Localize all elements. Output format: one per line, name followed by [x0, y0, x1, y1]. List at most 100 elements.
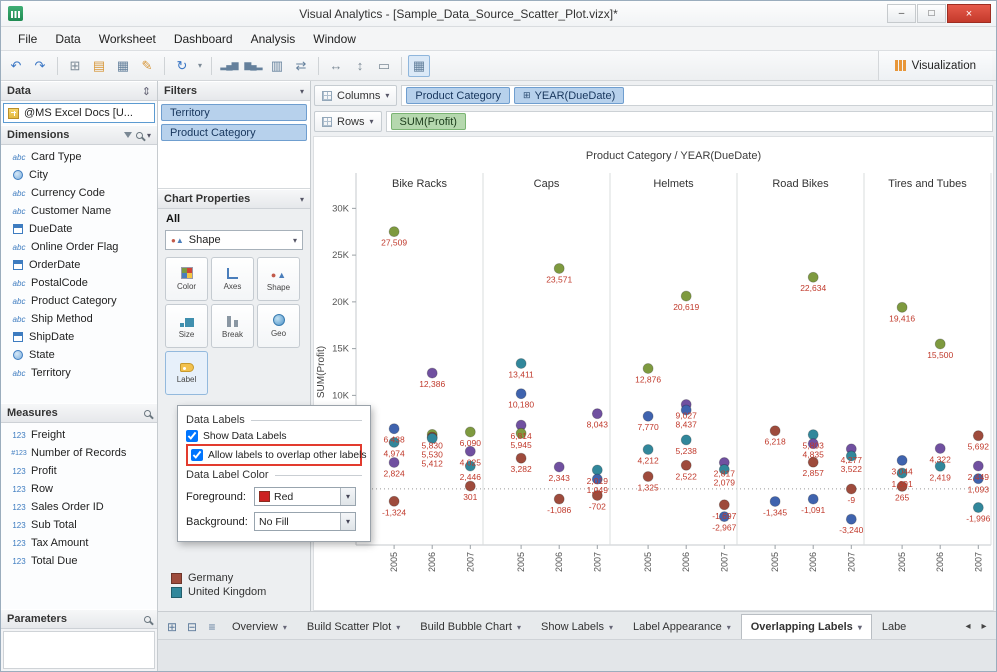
maximize-button[interactable]: □ — [917, 4, 946, 23]
dimension-item[interactable]: Ship Method — [1, 310, 157, 328]
chevron-down-icon[interactable]: ▾ — [147, 131, 151, 140]
expand-icon[interactable]: ⊞ — [523, 90, 531, 101]
measure-item[interactable]: Sub Total — [1, 516, 157, 534]
rows-shelf[interactable]: SUM(Profit) — [385, 111, 993, 132]
highlight-icon[interactable]: ▦ — [408, 54, 430, 77]
axes-button[interactable]: Axes — [211, 257, 254, 301]
data-point[interactable] — [972, 430, 984, 442]
shape-dropdown[interactable]: Shape ▾ — [165, 230, 303, 250]
normal-view-icon[interactable]: ▭ — [373, 55, 395, 77]
tab-scroll-right[interactable]: ▸ — [976, 614, 992, 639]
open-icon[interactable]: ▤ — [88, 55, 110, 77]
undo-icon[interactable]: ↶ — [5, 55, 27, 77]
show-data-labels-checkbox[interactable] — [186, 430, 198, 442]
background-fill-dropdown[interactable]: No Fill ▾ — [254, 512, 356, 531]
measure-item[interactable]: Total Due — [1, 552, 157, 570]
data-point[interactable] — [845, 513, 857, 525]
dimension-item[interactable]: State — [1, 346, 157, 364]
dimension-item[interactable]: Product Category — [1, 292, 157, 310]
sort-descending-icon[interactable]: ▆▄▂ — [242, 55, 264, 77]
sheet-list-icon[interactable]: ≡ — [202, 614, 222, 639]
data-point[interactable] — [845, 483, 857, 495]
pill-sum-profit[interactable]: SUM(Profit) — [390, 113, 466, 130]
data-point[interactable] — [934, 338, 946, 350]
data-point[interactable] — [553, 263, 565, 274]
break-button[interactable]: Break — [211, 304, 254, 348]
tab-build-bubble-chart[interactable]: Build Bubble Chart ▾ — [410, 614, 531, 639]
search-icon[interactable] — [144, 615, 151, 623]
save-icon[interactable]: ▦ — [112, 55, 134, 77]
sort-ascending-icon[interactable]: ▂▄▆ — [218, 55, 240, 77]
data-point[interactable] — [896, 301, 908, 313]
data-point[interactable] — [515, 388, 527, 400]
tab-overview[interactable]: Overview ▾ — [222, 614, 297, 639]
data-point[interactable] — [972, 502, 984, 513]
legend-item[interactable]: United Kingdom — [171, 586, 266, 598]
menu-item[interactable]: Window — [304, 29, 365, 49]
refresh-icon[interactable]: ↻ — [171, 55, 193, 77]
allow-overlap-checkbox[interactable] — [191, 449, 203, 461]
legend-item[interactable]: Germany — [171, 572, 266, 584]
dimension-item[interactable]: Customer Name — [1, 202, 157, 220]
data-point[interactable] — [464, 426, 476, 438]
menu-item[interactable]: Dashboard — [165, 29, 242, 49]
data-point[interactable] — [642, 444, 654, 455]
fit-width-icon[interactable]: ↔ — [325, 55, 347, 77]
data-point[interactable] — [642, 363, 654, 374]
chevron-down-icon[interactable]: ▾ — [727, 623, 731, 632]
data-source-item[interactable]: @MS Excel Docs [U... — [3, 103, 155, 123]
data-point[interactable] — [807, 271, 819, 283]
minimize-button[interactable]: – — [887, 4, 916, 23]
search-icon[interactable] — [135, 131, 143, 139]
data-point[interactable] — [591, 464, 603, 476]
filter-icon[interactable] — [123, 132, 132, 138]
data-point[interactable] — [464, 480, 476, 492]
tab-show-labels[interactable]: Show Labels ▾ — [531, 614, 623, 639]
chevron-down-icon[interactable]: ▾ — [283, 623, 287, 632]
pill-product-category[interactable]: Product Category — [406, 87, 511, 104]
measure-item[interactable]: Tax Amount — [1, 534, 157, 552]
data-point[interactable] — [807, 429, 819, 441]
filter-pill-territory[interactable]: Territory — [161, 104, 307, 121]
measure-item[interactable]: Freight — [1, 426, 157, 444]
tab-scroll-left[interactable]: ◂ — [960, 614, 976, 639]
allow-overlap-option[interactable]: Allow labels to overlap other labels — [191, 449, 367, 461]
filter-pill-product-category[interactable]: Product Category — [161, 124, 307, 141]
dimension-item[interactable]: Online Order Flag — [1, 238, 157, 256]
format-icon[interactable]: ✎ — [136, 55, 158, 77]
data-point[interactable] — [972, 460, 984, 472]
tab-clipped[interactable]: Labe ▾ — [872, 614, 914, 639]
columns-shelf-button[interactable]: Columns ▾ — [314, 85, 398, 106]
data-point[interactable] — [515, 452, 527, 464]
foreground-color-dropdown[interactable]: Red ▾ — [254, 487, 356, 506]
data-point[interactable] — [426, 367, 438, 379]
label-button[interactable]: Label — [165, 351, 208, 395]
dimension-item[interactable]: Card Type — [1, 148, 157, 166]
menu-item[interactable]: Worksheet — [90, 29, 165, 49]
data-point[interactable] — [591, 408, 603, 420]
columns-shelf[interactable]: Product Category ⊞ YEAR(DueDate) — [401, 85, 993, 106]
data-point[interactable] — [769, 425, 781, 437]
dimension-item[interactable]: City — [1, 166, 157, 184]
refresh-menu-icon[interactable]: ▾ — [195, 55, 205, 77]
data-point[interactable] — [388, 423, 400, 435]
fit-height-icon[interactable]: ↕ — [349, 55, 371, 77]
dimension-item[interactable]: PostalCode — [1, 274, 157, 292]
data-point[interactable] — [769, 496, 781, 507]
chevron-down-icon[interactable]: ▾ — [609, 623, 613, 632]
dimension-item[interactable]: OrderDate — [1, 256, 157, 274]
data-point[interactable] — [934, 443, 946, 454]
measure-item[interactable]: Row — [1, 480, 157, 498]
chevron-down-icon[interactable]: ▾ — [517, 623, 521, 632]
data-point[interactable] — [680, 290, 692, 302]
rows-shelf-button[interactable]: Rows ▾ — [314, 111, 382, 132]
pill-year-duedate[interactable]: ⊞ YEAR(DueDate) — [514, 87, 625, 104]
parameters-list[interactable] — [3, 631, 155, 669]
close-button[interactable]: × — [947, 4, 991, 23]
redo-icon[interactable]: ↷ — [29, 55, 51, 77]
menu-item[interactable]: Analysis — [242, 29, 305, 49]
data-point[interactable] — [515, 358, 527, 369]
swap-axes-icon[interactable]: ⇄ — [290, 55, 312, 77]
chevron-down-icon[interactable]: ▾ — [340, 513, 355, 530]
geo-button[interactable]: Geo — [257, 304, 300, 348]
